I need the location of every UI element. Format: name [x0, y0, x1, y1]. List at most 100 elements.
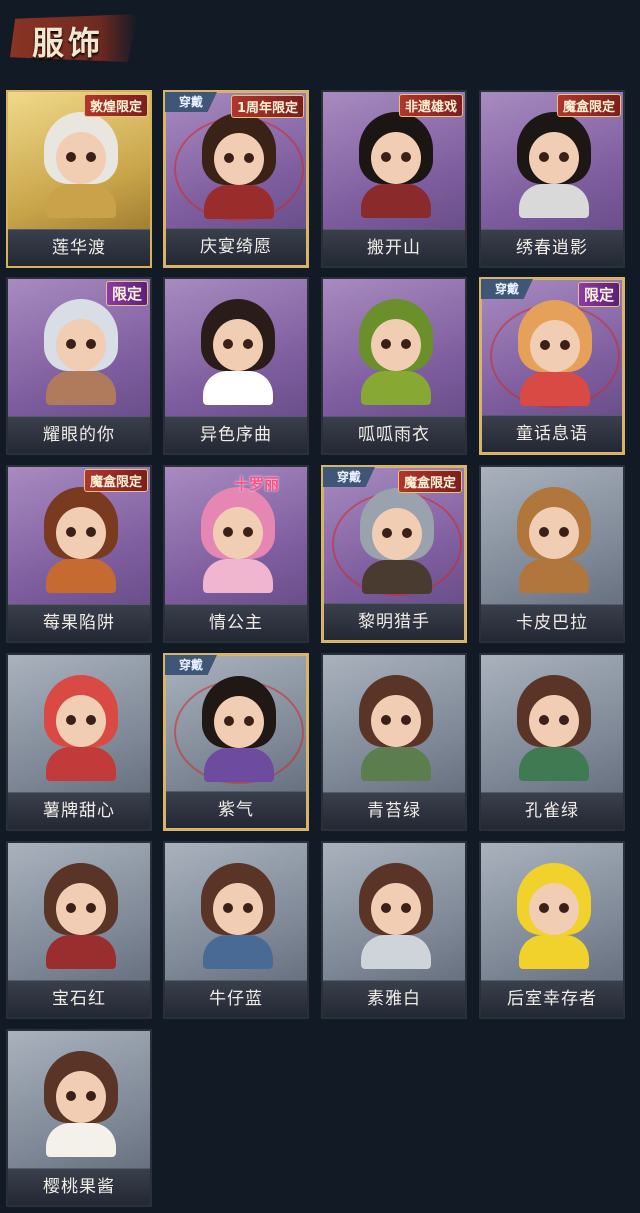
limited-tag: 敦煌限定 — [83, 94, 148, 117]
character-portrait — [36, 1045, 126, 1157]
costume-card[interactable]: 卡皮巴拉 — [479, 465, 625, 643]
costume-card[interactable]: 青苔绿 — [321, 653, 467, 831]
portrait-face — [56, 132, 106, 184]
portrait-eye — [539, 527, 549, 537]
portrait-eye — [401, 152, 411, 162]
portrait-face — [371, 883, 421, 935]
character-portrait — [194, 670, 284, 782]
character-portrait — [351, 669, 441, 781]
portrait-eye — [559, 903, 569, 913]
portrait-face — [213, 883, 263, 935]
character-portrait — [509, 669, 599, 781]
costume-name: 耀眼的你 — [43, 425, 115, 445]
portrait-eye — [66, 339, 76, 349]
portrait-eye — [86, 527, 96, 537]
portrait-outfit — [46, 184, 116, 218]
costume-card[interactable]: 魔盒限定绣春逍影 — [479, 90, 625, 268]
portrait-face — [371, 319, 421, 371]
costume-card[interactable]: 薯牌甜心 — [6, 653, 152, 831]
portrait-eye — [539, 152, 549, 162]
portrait-face — [529, 507, 579, 559]
portrait-face — [214, 133, 264, 185]
portrait-outfit — [519, 935, 589, 969]
costume-name: 樱桃果酱 — [43, 1177, 115, 1197]
portrait-face — [56, 695, 106, 747]
portrait-face — [371, 695, 421, 747]
portrait-eye — [559, 715, 569, 725]
costume-card[interactable]: 十罗丽 情公主 — [163, 465, 309, 643]
costume-card[interactable]: 素雅白 — [321, 841, 467, 1019]
portrait-eye — [224, 153, 234, 163]
portrait-face — [56, 507, 106, 559]
costume-card[interactable]: 宝石红 — [6, 841, 152, 1019]
costume-card[interactable]: 孔雀绿 — [479, 653, 625, 831]
limited-tag: 魔盒限定 — [556, 94, 621, 117]
portrait-eye — [243, 339, 253, 349]
costume-card[interactable]: 魔盒限定 穿戴 黎明猎手 — [321, 465, 467, 643]
costume-name: 搬开山 — [367, 238, 421, 258]
character-portrait — [36, 293, 126, 405]
costume-name: 素雅白 — [367, 989, 421, 1009]
costume-card[interactable]: 限定 穿戴 童话息语 — [479, 277, 625, 455]
character-portrait — [36, 106, 126, 218]
portrait-eye — [539, 715, 549, 725]
portrait-eye — [66, 152, 76, 162]
character-portrait — [193, 293, 283, 405]
portrait-outfit — [361, 371, 431, 405]
costume-card[interactable]: 敦煌限定莲华渡 — [6, 90, 152, 268]
portrait-face — [56, 883, 106, 935]
portrait-face — [371, 132, 421, 184]
character-portrait — [509, 857, 599, 969]
portrait-eye — [243, 903, 253, 913]
portrait-eye — [244, 153, 254, 163]
portrait-eye — [244, 716, 254, 726]
portrait-eye — [66, 1091, 76, 1101]
portrait-outfit — [204, 185, 274, 219]
portrait-eye — [381, 903, 391, 913]
character-portrait — [351, 106, 441, 218]
character-portrait — [509, 106, 599, 218]
costume-card[interactable]: 魔盒限定 莓果陷阱 — [6, 465, 152, 643]
portrait-outfit — [46, 935, 116, 969]
costume-card[interactable]: 限定 耀眼的你 — [6, 277, 152, 455]
costume-name: 薯牌甜心 — [43, 801, 115, 821]
portrait-eye — [381, 339, 391, 349]
portrait-outfit — [203, 935, 273, 969]
portrait-eye — [86, 152, 96, 162]
portrait-eye — [66, 715, 76, 725]
portrait-outfit — [362, 560, 432, 594]
costume-card[interactable]: 呱呱雨衣 — [321, 277, 467, 455]
costume-card[interactable]: 异色序曲 — [163, 277, 309, 455]
costume-name: 紫气 — [218, 800, 254, 820]
costume-name: 童话息语 — [516, 424, 588, 444]
portrait-eye — [401, 339, 411, 349]
costume-card[interactable]: 后室幸存者 — [479, 841, 625, 1019]
costume-card[interactable]: 穿戴 紫气 — [163, 653, 309, 831]
limited-tag: 非遗雄戏 — [398, 94, 463, 117]
character-portrait — [352, 482, 442, 594]
costume-card[interactable]: 牛仔蓝 — [163, 841, 309, 1019]
portrait-face — [214, 696, 264, 748]
portrait-outfit — [519, 559, 589, 593]
portrait-eye — [381, 152, 391, 162]
costume-card[interactable]: 樱桃果酱 — [6, 1029, 152, 1207]
portrait-eye — [86, 715, 96, 725]
costume-name: 庆宴绮愿 — [200, 237, 272, 257]
character-portrait — [193, 857, 283, 969]
portrait-eye — [401, 715, 411, 725]
portrait-eye — [382, 528, 392, 538]
costume-card[interactable]: 1周年限定 穿戴 庆宴绮愿 — [163, 90, 309, 268]
costume-name: 莲华渡 — [52, 238, 106, 258]
portrait-outfit — [361, 747, 431, 781]
portrait-eye — [223, 527, 233, 537]
portrait-eye — [559, 152, 569, 162]
costume-name: 后室幸存者 — [507, 989, 597, 1009]
portrait-face — [56, 319, 106, 371]
portrait-face — [213, 507, 263, 559]
portrait-outfit — [519, 184, 589, 218]
costume-card[interactable]: 非遗雄戏搬开山 — [321, 90, 467, 268]
limited-tag: 1周年限定 — [230, 95, 304, 118]
costume-name: 绣春逍影 — [516, 238, 588, 258]
portrait-eye — [402, 528, 412, 538]
costume-name: 黎明猎手 — [358, 612, 430, 632]
